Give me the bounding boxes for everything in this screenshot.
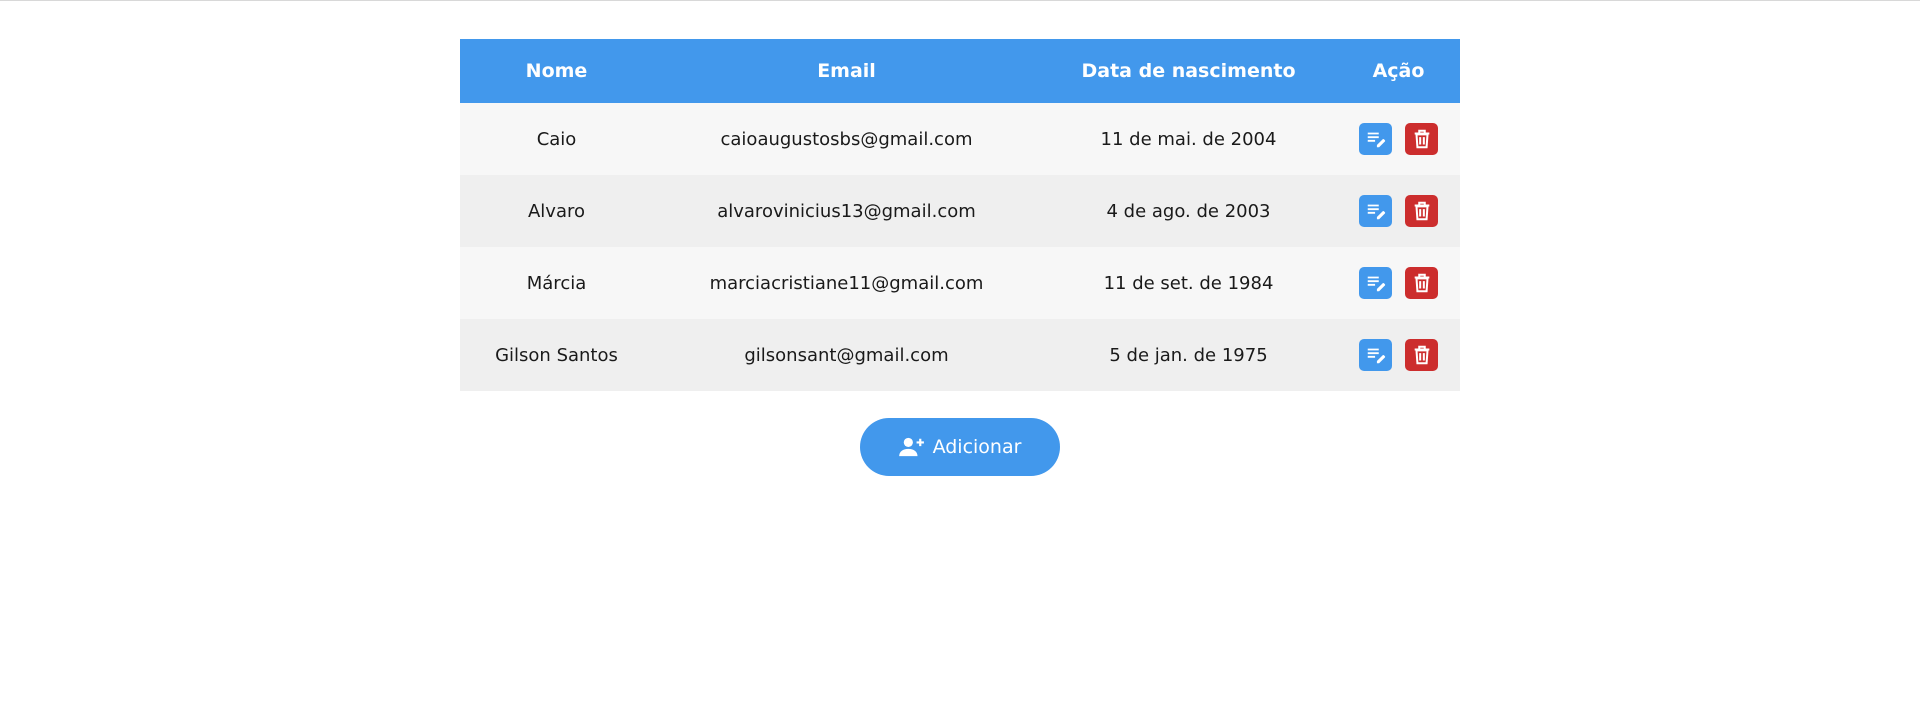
cell-email: caioaugustosbs@gmail.com: [720, 128, 973, 150]
delete-button[interactable]: [1405, 123, 1438, 155]
header-nome: Nome: [525, 60, 588, 82]
cell-nome: Caio: [536, 128, 577, 150]
header-email: Email: [817, 60, 876, 82]
row-actions: [1337, 123, 1460, 155]
edit-button[interactable]: [1359, 339, 1392, 371]
edit-note-icon: [1367, 276, 1385, 292]
edit-note-icon: [1367, 204, 1385, 220]
header-data-nascimento: Data de nascimento: [1081, 60, 1296, 82]
edit-button[interactable]: [1359, 123, 1392, 155]
edit-note-icon: [1367, 348, 1385, 364]
row-actions: [1337, 195, 1460, 227]
edit-button[interactable]: [1359, 195, 1392, 227]
cell-acao: [1337, 247, 1460, 319]
row-actions: [1337, 339, 1460, 371]
trash-icon: [1414, 129, 1429, 149]
table-row: Gilson Santos gilsonsant@gmail.com 5 de …: [460, 319, 1460, 391]
delete-button[interactable]: [1405, 339, 1438, 371]
cell-nome: Márcia: [526, 272, 587, 294]
table-header: Nome Email Data de nascimento Ação: [460, 39, 1460, 103]
delete-button[interactable]: [1405, 195, 1438, 227]
trash-icon: [1414, 201, 1429, 221]
add-button-label: Adicionar: [932, 435, 1022, 458]
cell-data-nascimento: 11 de mai. de 2004: [1100, 128, 1277, 150]
cell-email: marciacristiane11@gmail.com: [709, 272, 984, 294]
delete-button[interactable]: [1405, 267, 1438, 299]
header-acao: Ação: [1372, 60, 1425, 82]
cell-email: gilsonsant@gmail.com: [744, 344, 949, 366]
table-row: Alvaro alvarovinicius13@gmail.com 4 de a…: [460, 175, 1460, 247]
edit-button[interactable]: [1359, 267, 1392, 299]
cell-nome: Alvaro: [527, 200, 585, 222]
cell-data-nascimento: 4 de ago. de 2003: [1106, 200, 1271, 222]
trash-icon: [1414, 345, 1429, 365]
cell-acao: [1337, 175, 1460, 247]
top-divider: [0, 0, 1920, 1]
row-actions: [1337, 267, 1460, 299]
cell-nome: Gilson Santos: [495, 344, 618, 366]
edit-note-icon: [1367, 132, 1385, 148]
add-button[interactable]: Adicionar: [860, 418, 1060, 476]
cell-data-nascimento: 5 de jan. de 1975: [1109, 344, 1268, 366]
table-body: Caio caioaugustosbs@gmail.com 11 de mai.…: [460, 103, 1460, 391]
users-table: Nome Email Data de nascimento Ação Caio …: [460, 39, 1460, 391]
cell-email: alvarovinicius13@gmail.com: [717, 200, 976, 222]
users-table-container: Nome Email Data de nascimento Ação Caio …: [460, 39, 1460, 391]
table-row: Márcia marciacristiane11@gmail.com 11 de…: [460, 247, 1460, 319]
trash-icon: [1414, 273, 1429, 293]
cell-acao: [1337, 319, 1460, 391]
table-row: Caio caioaugustosbs@gmail.com 11 de mai.…: [460, 103, 1460, 175]
header-row: Nome Email Data de nascimento Ação: [460, 39, 1460, 103]
cell-acao: [1337, 103, 1460, 175]
cell-data-nascimento: 11 de set. de 1984: [1103, 272, 1274, 294]
person-add-icon: [898, 437, 924, 457]
